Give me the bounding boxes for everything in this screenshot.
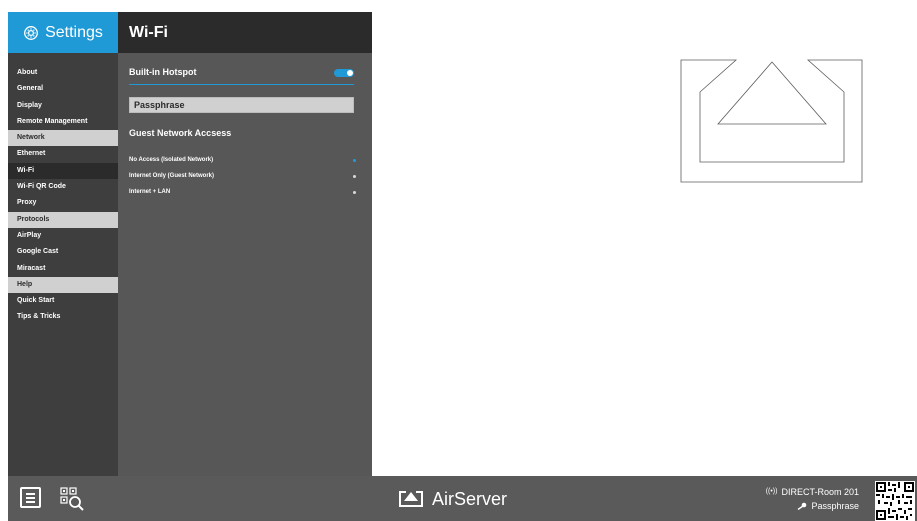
qr-code	[875, 481, 915, 521]
sidebar-item-remote-management[interactable]: Remote Management	[8, 114, 118, 130]
guest-network-title: Guest Network Accsess	[129, 128, 232, 138]
sidebar-item-ethernet[interactable]: Ethernet	[8, 146, 118, 162]
airserver-logo-icon	[399, 491, 423, 507]
page-title: Wi-Fi	[118, 12, 372, 53]
radio-option-internet-lan[interactable]: Internet + LAN	[129, 189, 356, 201]
airplay-icon	[680, 59, 863, 183]
sidebar-item-miracast[interactable]: Miracast	[8, 261, 118, 277]
sidebar-item-display[interactable]: Display	[8, 98, 118, 114]
hotspot-row: Built-in Hotspot	[129, 65, 354, 85]
sidebar-item-google-cast[interactable]: Google Cast	[8, 244, 118, 260]
qr-search-icon[interactable]	[60, 487, 86, 511]
network-passphrase: Passphrase	[811, 501, 859, 511]
sidebar-item-wifi-qr-code[interactable]: Wi-Fi QR Code	[8, 179, 118, 195]
sidebar-item-about[interactable]: About	[8, 65, 118, 81]
wifi-panel: Wi-Fi Built-in Hotspot Passphrase Guest …	[118, 12, 372, 476]
airserver-app: Settings About General Display Remote Ma…	[8, 12, 917, 521]
network-info: ((•)) DIRECT-Room 201 Passphrase	[766, 485, 859, 513]
toggle-knob	[347, 70, 353, 76]
sidebar-section-help: Help	[8, 276, 118, 294]
hotspot-label: Built-in Hotspot	[129, 67, 197, 77]
radio-unselected-icon[interactable]	[353, 175, 356, 178]
key-icon	[798, 502, 807, 510]
radio-option-internet-only[interactable]: Internet Only (Guest Network)	[129, 173, 356, 185]
sidebar-item-quick-start[interactable]: Quick Start	[8, 293, 118, 309]
passphrase-input[interactable]: Passphrase	[129, 97, 354, 113]
sidebar-item-proxy[interactable]: Proxy	[8, 195, 118, 211]
radio-label: Internet + LAN	[129, 189, 171, 195]
network-name: DIRECT-Room 201	[781, 487, 859, 497]
sidebar-section-network: Network	[8, 130, 118, 147]
gear-icon	[24, 25, 39, 40]
sidebar-item-general[interactable]: General	[8, 81, 118, 97]
radio-unselected-icon[interactable]	[353, 191, 356, 194]
radio-label: Internet Only (Guest Network)	[129, 173, 215, 179]
bottom-bar: AirServer ((•)) DIRECT-Room 201 Passphra…	[8, 476, 917, 521]
menu-button[interactable]	[20, 487, 41, 508]
sidebar-item-tips-tricks[interactable]: Tips & Tricks	[8, 309, 118, 325]
radio-label: No Access (Isolated Network)	[129, 157, 214, 163]
sidebar-item-wifi[interactable]: Wi-Fi	[8, 162, 118, 180]
settings-nav: About General Display Remote Management …	[8, 65, 118, 326]
settings-title: Settings	[45, 23, 103, 41]
brand: AirServer	[398, 487, 507, 511]
settings-header[interactable]: Settings	[8, 12, 118, 53]
radio-option-no-access[interactable]: No Access (Isolated Network)	[129, 157, 356, 169]
brand-name: AirServer	[432, 488, 508, 509]
settings-sidebar: Settings About General Display Remote Ma…	[8, 12, 118, 476]
sidebar-item-airplay[interactable]: AirPlay	[8, 228, 118, 244]
radio-selected-icon[interactable]	[353, 159, 356, 162]
wireless-signal-icon: ((•))	[765, 488, 778, 495]
sidebar-section-protocols: Protocols	[8, 211, 118, 228]
hotspot-toggle[interactable]	[334, 69, 354, 77]
